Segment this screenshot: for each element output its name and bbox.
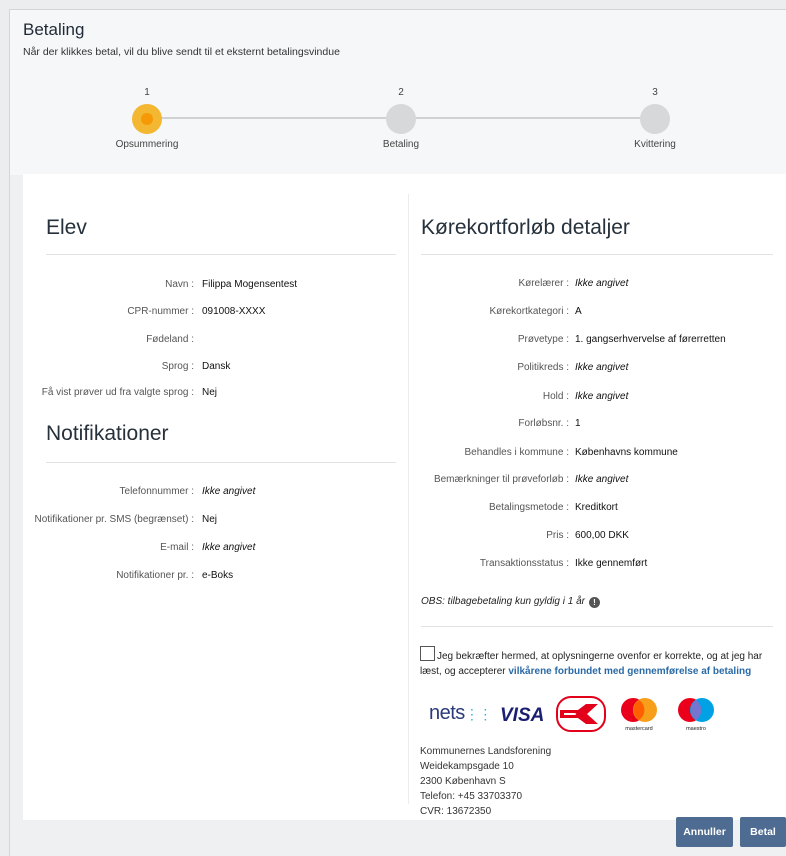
field-label: Navn : (165, 279, 194, 290)
field-value: Nej (202, 387, 218, 398)
field-value: Ikke angivet (202, 486, 256, 497)
field-label: Notifikationer pr. SMS (begrænset) : (34, 514, 194, 525)
field-label: Hold : (542, 391, 569, 402)
field-value: 1. gangserhvervelse af førerretten (575, 334, 726, 345)
nets-logo-text: nets (429, 702, 465, 724)
terms-link[interactable]: vilkårene forbundet med gennemførelse af… (508, 666, 751, 677)
info-icon[interactable]: ! (589, 597, 600, 608)
field-value: 1 (575, 418, 581, 429)
field-label: Prøvetype : (517, 334, 569, 345)
mastercard-logo: mastercard (621, 698, 657, 732)
field-value: Ikke angivet (575, 362, 629, 373)
pay-button[interactable]: Betal (740, 817, 786, 847)
address-line: Kommunernes Landsforening (420, 746, 552, 757)
field-value: Kreditkort (575, 502, 618, 513)
detaljer-divider (421, 254, 773, 255)
summary-card: Elev Navn : Filippa Mogensentest CPR-num… (23, 174, 786, 820)
maestro-caption: maestro (686, 726, 706, 732)
field-label: Pris : (546, 530, 569, 541)
field-label: Forløbsnr. : (518, 418, 569, 429)
field-label: Kørekortkategori : (489, 306, 569, 317)
terms-confirmation: Jeg bekræfter hermed, at oplysningerne o… (420, 646, 785, 679)
step-2-indicator (386, 104, 416, 134)
step-3-indicator (640, 104, 670, 134)
address-line: Telefon: +45 33703370 (420, 791, 523, 802)
address-line: CVR: 13672350 (420, 806, 492, 817)
field-value: Ikke angivet (575, 474, 629, 485)
step-2-label: Betaling (382, 139, 420, 150)
payment-dialog: Betaling Når der klikkes betal, vil du b… (9, 9, 786, 856)
field-value: Ikke gennemført (575, 558, 648, 569)
step-3-label: Kvittering (634, 139, 676, 150)
field-label: Behandles i kommune : (464, 447, 569, 458)
notifikationer-divider (46, 462, 396, 463)
field-value: Filippa Mogensentest (202, 279, 298, 290)
field-value: e-Boks (202, 570, 234, 581)
dialog-header: Betaling Når der klikkes betal, vil du b… (10, 10, 786, 175)
field-label: Få vist prøver ud fra valgte sprog : (41, 387, 194, 398)
field-value: 600,00 DKK (575, 530, 629, 541)
dialog-subtitle: Når der klikkes betal, vil du blive send… (23, 46, 340, 58)
field-value: Ikke angivet (202, 542, 256, 553)
notifikationer-heading: Notifikationer (46, 422, 169, 445)
step-1-number: 1 (144, 87, 150, 98)
field-label: Kørelærer : (518, 278, 569, 289)
address-line: Weidekampsgade 10 (420, 761, 514, 772)
organisation-address: Kommunernes Landsforening Weidekampsgade… (420, 744, 551, 819)
maestro-logo: maestro (678, 698, 714, 732)
field-value: Københavns kommune (575, 447, 678, 458)
field-value: 091008-XXXX (202, 306, 266, 317)
dankort-logo (556, 696, 606, 732)
field-value: Ikke angivet (575, 391, 629, 402)
field-label: CPR-nummer : (127, 306, 194, 317)
field-label: Notifikationer pr. : (116, 570, 194, 581)
field-label: Betalingsmetode : (488, 502, 569, 513)
step-1-indicator (132, 104, 162, 134)
field-value: Ikke angivet (575, 278, 629, 289)
field-value: A (575, 306, 582, 317)
field-label: Telefonnummer : (119, 486, 194, 497)
dialog-title: Betaling (23, 20, 85, 39)
column-divider (408, 194, 409, 804)
field-label: Politikreds : (517, 362, 569, 373)
step-3-number: 3 (652, 87, 658, 98)
obs-divider (421, 626, 773, 627)
address-line: 2300 København S (420, 776, 506, 787)
field-label: Sprog : (161, 361, 194, 372)
refund-notice-text: OBS: tilbagebetaling kun gyldig i 1 år (421, 596, 585, 607)
field-value: Dansk (202, 361, 231, 372)
visa-logo: VISA (500, 705, 545, 726)
field-label: Transaktionsstatus : (479, 558, 569, 569)
cancel-button[interactable]: Annuller (676, 817, 733, 847)
refund-notice: OBS: tilbagebetaling kun gyldig i 1 år! (421, 596, 600, 608)
terms-checkbox[interactable] (420, 646, 435, 661)
nets-logo: nets⋮⋮ (429, 702, 492, 724)
mastercard-caption: mastercard (625, 726, 653, 732)
payment-logos: nets⋮⋮ VISA mastercard maestro (421, 694, 741, 736)
elev-heading: Elev (46, 216, 87, 239)
step-2-number: 2 (398, 87, 404, 98)
field-label: Bemærkninger til prøveforløb : (433, 474, 569, 485)
field-label: E-mail : (160, 542, 194, 553)
detaljer-heading: Kørekortforløb detaljer (421, 216, 630, 239)
field-value: Nej (202, 514, 218, 525)
elev-divider (46, 254, 396, 255)
step-1-label: Opsummering (115, 139, 179, 150)
field-label: Fødeland : (146, 334, 194, 345)
